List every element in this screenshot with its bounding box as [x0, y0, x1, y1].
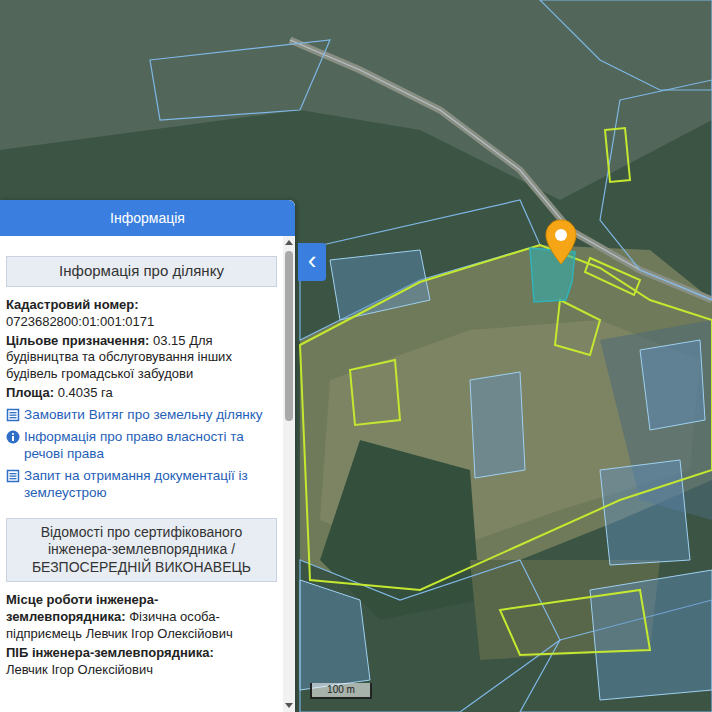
- panel-content: Інформація про ділянку Кадастровий номер:…: [0, 236, 283, 712]
- link-text[interactable]: Інформація про право власності та речові…: [24, 428, 277, 463]
- field-label: Площа:: [6, 385, 54, 400]
- field-value: 0.4035 га: [58, 385, 113, 400]
- parcel-link[interactable]: Замовити Витяг про земельну ділянку: [6, 406, 277, 424]
- field-value: Левчик Ігор Олексійович: [6, 662, 277, 679]
- collapse-button[interactable]: ‹: [298, 243, 326, 281]
- location-pin-icon[interactable]: [543, 218, 579, 268]
- section-header: Відомості про сертифікованого інженера-з…: [6, 518, 277, 583]
- scale-bar: 100 m: [310, 683, 372, 699]
- panel-header: Інформація: [0, 200, 295, 236]
- parcel-link[interactable]: Запит на отримання документації із земле…: [6, 467, 277, 502]
- link-text[interactable]: Замовити Витяг про земельну ділянку: [24, 406, 263, 424]
- scroll-thumb[interactable]: [285, 251, 293, 421]
- info-icon: [6, 430, 20, 444]
- field-label: Цільове призначення:: [6, 333, 149, 348]
- info-field: ПІБ інженера-землевпорядника: Левчик Іго…: [6, 645, 277, 679]
- info-field: Цільове призначення: 03.15 Для будівницт…: [6, 333, 277, 384]
- field-label: Кадастровий номер:: [6, 297, 139, 312]
- field-label: ПІБ інженера-землевпорядника:: [6, 645, 214, 660]
- scrollbar[interactable]: [283, 236, 295, 712]
- panel-title: Інформація: [110, 208, 185, 229]
- field-value: 0723682800:01:001:0171: [6, 314, 277, 331]
- document-icon: [6, 469, 20, 483]
- parcel-link[interactable]: Інформація про право власності та речові…: [6, 428, 277, 463]
- document-icon: [6, 408, 20, 422]
- info-field: Місце роботи інженера-землевпорядника: Ф…: [6, 592, 277, 643]
- cadastral-map[interactable]: Інформація Інформація про ділянку Кадастр…: [0, 0, 712, 712]
- link-text[interactable]: Запит на отримання документації із земле…: [24, 467, 277, 502]
- info-field: Кадастровий номер: 0723682800:01:001:017…: [6, 297, 277, 331]
- scroll-down-icon[interactable]: [285, 703, 293, 708]
- info-field: Площа: 0.4035 га: [6, 385, 277, 402]
- scroll-up-icon[interactable]: [285, 240, 293, 245]
- info-panel: Інформація Інформація про ділянку Кадастр…: [0, 200, 295, 712]
- selected-parcel[interactable]: [530, 248, 575, 302]
- section-header: Інформація про ділянку: [6, 256, 277, 287]
